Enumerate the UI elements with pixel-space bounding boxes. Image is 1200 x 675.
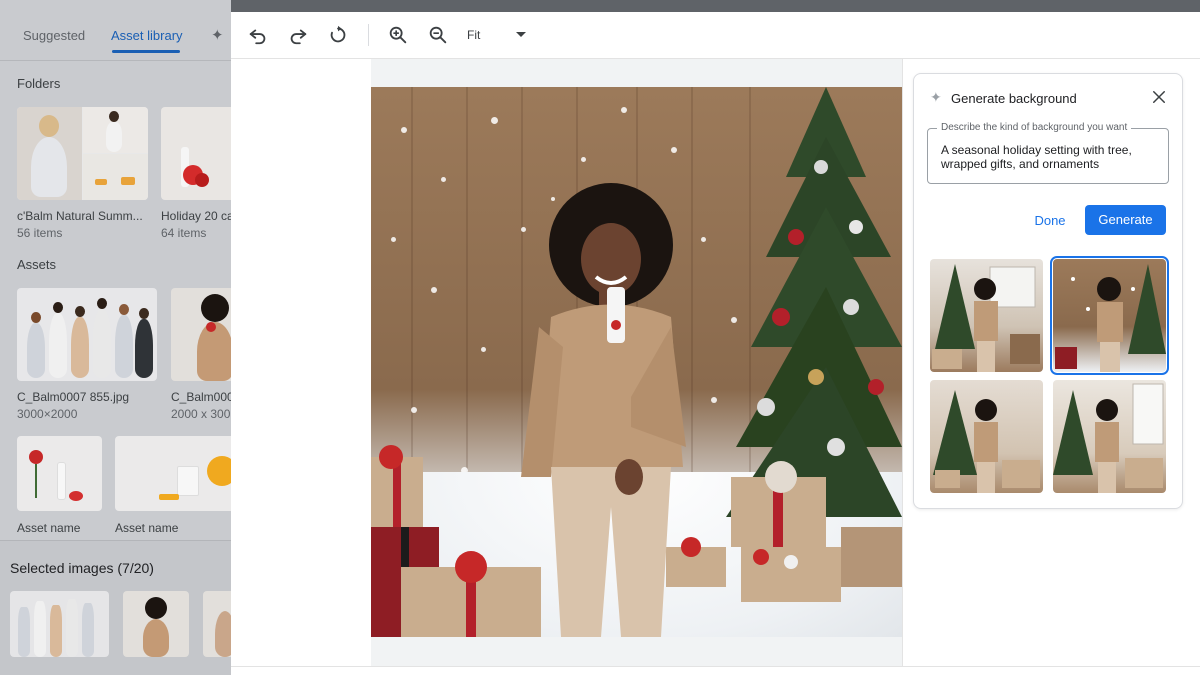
model-person-graphic bbox=[521, 183, 686, 637]
asset-title: Asset name bbox=[17, 521, 81, 535]
selected-thumbnail[interactable] bbox=[10, 591, 109, 657]
asset-tabs: Suggested Asset library ✦ bbox=[0, 22, 231, 56]
folder-count: 64 items bbox=[161, 226, 207, 240]
generated-option[interactable] bbox=[1053, 380, 1166, 493]
zoom-level-select[interactable]: Fit bbox=[467, 28, 480, 42]
sparkle-icon[interactable]: ✦ bbox=[211, 26, 224, 44]
folder-thumbnail[interactable] bbox=[161, 107, 231, 200]
canvas-bottom-edge bbox=[231, 666, 1200, 675]
asset-thumbnail[interactable] bbox=[171, 288, 231, 381]
redo-icon[interactable] bbox=[287, 24, 309, 46]
selected-thumbnail[interactable] bbox=[123, 591, 189, 657]
generated-option[interactable] bbox=[930, 380, 1043, 493]
asset-thumbnail[interactable] bbox=[17, 436, 102, 511]
close-icon[interactable] bbox=[1150, 88, 1168, 106]
folder-count: 56 items bbox=[17, 226, 63, 240]
panel-title: Generate background bbox=[951, 91, 1077, 106]
generated-option[interactable] bbox=[930, 259, 1043, 372]
tabs-divider bbox=[0, 60, 231, 61]
active-tab-indicator bbox=[112, 50, 180, 53]
toolbar-separator bbox=[368, 24, 369, 46]
undo-icon[interactable] bbox=[247, 24, 269, 46]
generate-button[interactable]: Generate bbox=[1085, 205, 1166, 235]
selected-thumbnail[interactable] bbox=[203, 591, 231, 657]
selected-images-count: Selected images (7/20) bbox=[10, 560, 154, 576]
asset-thumbnail[interactable] bbox=[17, 288, 157, 381]
tab-suggested[interactable]: Suggested bbox=[23, 28, 85, 43]
asset-title: C_Balm000 bbox=[171, 390, 231, 404]
asset-thumbnail[interactable] bbox=[115, 436, 231, 511]
asset-dimensions: 2000 x 300 bbox=[171, 407, 231, 421]
done-button[interactable]: Done bbox=[1026, 206, 1074, 236]
editor-canvas bbox=[231, 59, 902, 666]
side-panel-area: ✦ Generate background Describe the kind … bbox=[902, 59, 1200, 666]
asset-title: C_Balm0007 855.jpg bbox=[17, 390, 130, 404]
generated-option-selected[interactable] bbox=[1050, 256, 1169, 375]
background-prompt-input[interactable]: Describe the kind of background you want… bbox=[927, 122, 1169, 184]
prompt-field-value[interactable]: A seasonal holiday setting with tree, wr… bbox=[941, 143, 1161, 171]
editor-toolbar: Fit bbox=[231, 12, 1200, 59]
generate-background-panel: ✦ Generate background Describe the kind … bbox=[913, 73, 1183, 509]
asset-title: Asset name bbox=[115, 521, 179, 535]
asset-dimensions: 3000×2000 bbox=[17, 407, 78, 421]
selected-images-tray: Selected images (7/20) bbox=[0, 540, 231, 675]
folder-title: Holiday 20 ca bbox=[161, 209, 231, 223]
zoom-out-icon[interactable] bbox=[427, 24, 449, 46]
folders-heading: Folders bbox=[17, 76, 61, 91]
prompt-field-label: Describe the kind of background you want bbox=[937, 122, 1132, 133]
assets-heading: Assets bbox=[17, 257, 57, 272]
folder-thumbnail[interactable] bbox=[17, 107, 148, 200]
tab-asset-library[interactable]: Asset library bbox=[111, 28, 183, 43]
caret-down-icon[interactable] bbox=[516, 32, 526, 37]
zoom-in-icon[interactable] bbox=[387, 24, 409, 46]
asset-panel: Suggested Asset library ✦ Folders c'Balm… bbox=[0, 0, 231, 675]
sparkle-icon: ✦ bbox=[930, 89, 942, 105]
reset-icon[interactable] bbox=[327, 24, 349, 46]
folder-title: c'Balm Natural Summ... bbox=[17, 209, 143, 223]
edited-image[interactable] bbox=[371, 87, 902, 637]
